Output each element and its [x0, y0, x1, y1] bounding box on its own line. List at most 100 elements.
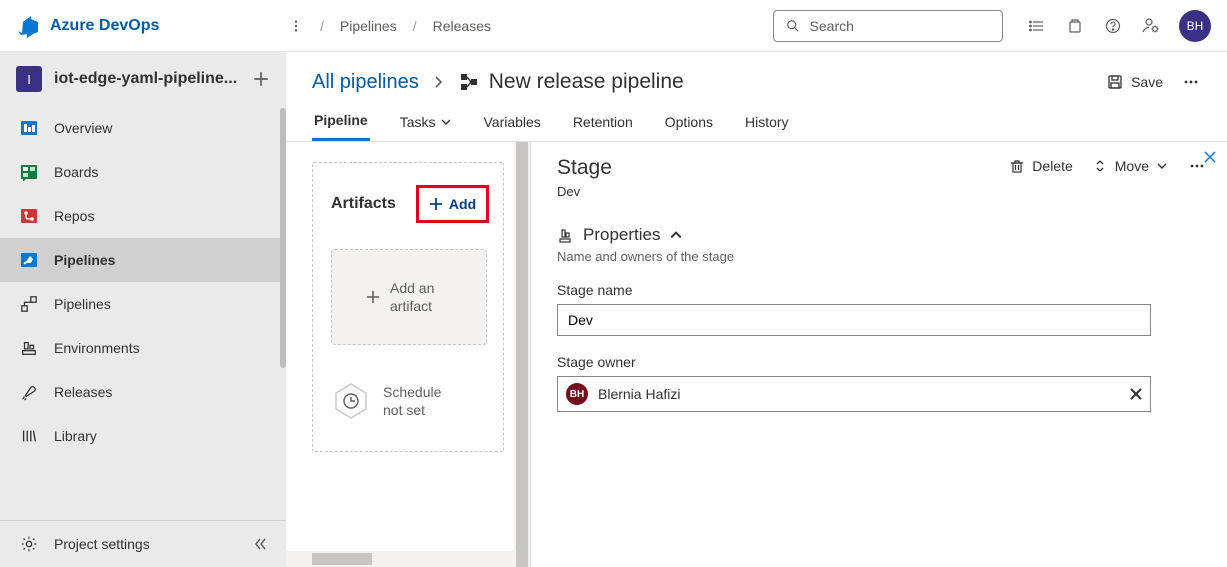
sidebar-item-label: Overview	[54, 120, 112, 136]
header-actions: Save	[1107, 72, 1201, 92]
library-icon	[18, 425, 40, 447]
settings-label: Project settings	[54, 536, 150, 552]
slash-icon: /	[320, 18, 324, 34]
canvas-scrollbar-vertical[interactable]	[514, 142, 530, 567]
stage-properties-panel: Stage Dev Delete Move	[530, 142, 1227, 567]
tab-pipeline[interactable]: Pipeline	[312, 102, 370, 141]
help-icon[interactable]	[1103, 16, 1123, 36]
boards-icon	[18, 161, 40, 183]
pipelines-icon	[18, 249, 40, 271]
sidebar-item-repos[interactable]: Repos	[0, 194, 286, 238]
sidebar-subitem-pipelines[interactable]: Pipelines	[0, 282, 286, 326]
project-add-icon[interactable]	[252, 70, 270, 88]
tab-label: Retention	[573, 114, 633, 130]
tab-label: Options	[665, 114, 713, 130]
collapse-chevron-icon[interactable]	[252, 536, 268, 552]
sidebar-item-boards[interactable]: Boards	[0, 150, 286, 194]
schedule-row[interactable]: Schedule not set	[331, 381, 485, 421]
project-row[interactable]: I iot-edge-yaml-pipeline...	[0, 52, 286, 106]
project-tile-icon: I	[16, 66, 42, 92]
move-button[interactable]: Move	[1093, 158, 1167, 174]
move-label: Move	[1115, 158, 1149, 174]
project-name: iot-edge-yaml-pipeline...	[54, 70, 240, 88]
properties-label: Properties	[583, 225, 660, 245]
save-icon	[1107, 74, 1123, 90]
user-avatar[interactable]: BH	[1179, 10, 1211, 42]
releases-icon	[18, 381, 40, 403]
schedule-label: Schedule not set	[383, 383, 453, 419]
main-area: All pipelines New release pipeline Save	[286, 52, 1227, 567]
tab-label: Pipeline	[314, 112, 368, 128]
tab-history[interactable]: History	[743, 102, 791, 141]
sidebar-subitem-environments[interactable]: Environments	[0, 326, 286, 370]
add-artifact-button[interactable]: Add	[416, 185, 489, 223]
add-artifact-tile[interactable]: Add an artifact	[331, 249, 487, 345]
sidebar-item-label: Repos	[54, 208, 94, 224]
tab-options[interactable]: Options	[663, 102, 715, 141]
environments-icon	[18, 337, 40, 359]
save-button[interactable]: Save	[1107, 74, 1163, 90]
stage-owner-label: Stage owner	[557, 354, 1207, 370]
search-box[interactable]	[773, 10, 1003, 42]
sidebar-item-pipelines[interactable]: Pipelines	[0, 238, 286, 282]
plus-icon	[429, 197, 443, 211]
tab-tasks[interactable]: Tasks	[398, 102, 454, 141]
search-input[interactable]	[810, 18, 992, 34]
trash-icon	[1010, 159, 1024, 173]
tab-label: Variables	[483, 114, 540, 130]
chevron-up-icon	[670, 229, 682, 241]
close-panel-icon[interactable]	[1203, 150, 1217, 164]
sidebar-subitem-library[interactable]: Library	[0, 414, 286, 458]
tab-retention[interactable]: Retention	[571, 102, 635, 141]
tab-label: History	[745, 114, 789, 130]
remove-owner-icon[interactable]	[1130, 388, 1142, 400]
panel-actions: Delete Move	[1010, 156, 1207, 176]
owner-name: Blernia Hafizi	[598, 386, 680, 402]
pipeline-canvas: Artifacts Add Add an artifact	[286, 142, 530, 567]
repos-icon	[18, 205, 40, 227]
artifacts-title: Artifacts	[331, 195, 396, 213]
delete-button[interactable]: Delete	[1010, 158, 1072, 174]
header-breadcrumbs: / Pipelines / Releases	[320, 18, 491, 34]
add-label: Add	[449, 196, 476, 212]
sidebar-item-overview[interactable]: Overview	[0, 106, 286, 150]
canvas-scrollbar-horizontal[interactable]	[286, 551, 514, 567]
chevron-right-icon	[433, 76, 445, 88]
brand-label: Azure DevOps	[50, 17, 159, 35]
marketplace-icon[interactable]	[1065, 16, 1085, 36]
all-pipelines-link[interactable]: All pipelines	[312, 71, 419, 94]
sidebar-item-label: Boards	[54, 164, 98, 180]
tab-label: Tasks	[400, 114, 436, 130]
sidebar-subitem-releases[interactable]: Releases	[0, 370, 286, 414]
schedule-hex-icon	[331, 381, 371, 421]
sidebar: I iot-edge-yaml-pipeline... Overview Boa…	[0, 52, 286, 567]
breadcrumb-pipelines[interactable]: Pipelines	[340, 18, 397, 34]
brand-area[interactable]: Azure DevOps	[16, 14, 286, 38]
pipeline-title-text: New release pipeline	[489, 70, 684, 94]
list-icon[interactable]	[1027, 16, 1047, 36]
release-pipeline-icon	[459, 72, 479, 92]
tabs: Pipeline Tasks Variables Retention Optio…	[286, 102, 1227, 142]
artifacts-section: Artifacts Add Add an artifact	[312, 162, 504, 452]
properties-icon	[557, 227, 573, 243]
tab-variables[interactable]: Variables	[481, 102, 542, 141]
breadcrumb-releases[interactable]: Releases	[433, 18, 491, 34]
panel-heading: Stage	[557, 156, 612, 180]
move-icon	[1093, 159, 1107, 173]
stage-name-input[interactable]	[557, 304, 1151, 336]
user-settings-icon[interactable]	[1141, 16, 1161, 36]
chevron-down-icon	[1157, 161, 1167, 171]
gear-icon	[18, 533, 40, 555]
plus-icon	[366, 290, 380, 304]
properties-toggle[interactable]: Properties	[557, 225, 1207, 245]
sidebar-item-label: Pipelines	[54, 296, 111, 312]
stage-owner-input[interactable]: BH Blernia Hafizi	[557, 376, 1151, 412]
azure-devops-logo-icon	[16, 14, 40, 38]
more-options-icon[interactable]	[1181, 72, 1201, 92]
project-settings[interactable]: Project settings	[0, 520, 286, 567]
sidebar-item-label: Pipelines	[54, 252, 115, 268]
search-icon	[784, 16, 802, 36]
slash-icon: /	[413, 18, 417, 34]
sidebar-item-label: Releases	[54, 384, 112, 400]
more-vertical-icon[interactable]	[286, 16, 306, 36]
